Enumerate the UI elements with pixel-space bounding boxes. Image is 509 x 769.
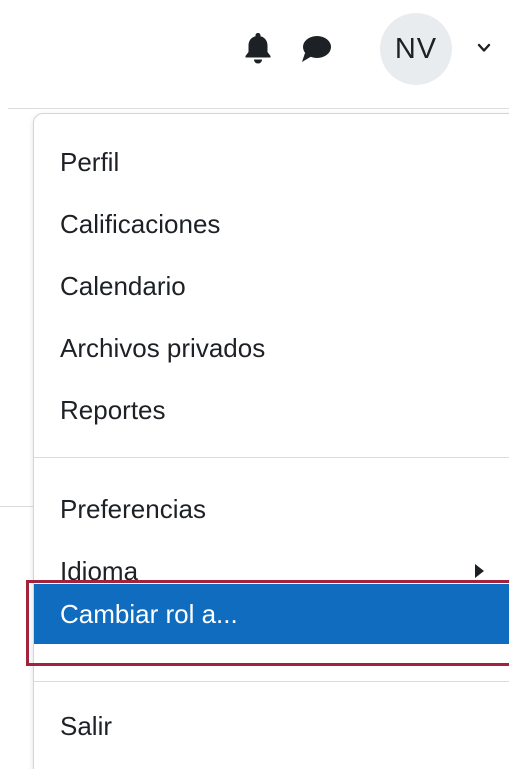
menu-item-label: Archivos privados: [60, 332, 266, 363]
menu-item-calificaciones[interactable]: Calificaciones: [34, 198, 509, 250]
menu-item-calendario[interactable]: Calendario: [34, 260, 509, 312]
menu-item-label: Calificaciones: [60, 208, 221, 239]
menu-item-label: Perfil: [60, 146, 120, 177]
menu-item-label: Calendario: [60, 270, 186, 301]
menu-item-preferencias[interactable]: Preferencias: [34, 483, 509, 535]
highlight-annotation-box: [26, 580, 509, 666]
user-menu-dropdown: Perfil Calificaciones Calendario Archivo…: [33, 113, 509, 769]
menu-item-archivos-privados[interactable]: Archivos privados: [34, 322, 509, 374]
menu-item-salir[interactable]: Salir: [34, 700, 509, 752]
caret-right-icon: [475, 564, 484, 578]
top-navbar: NV: [0, 0, 509, 108]
menu-item-label: Salir: [60, 710, 113, 741]
header-divider: [8, 108, 509, 109]
bell-icon[interactable]: [244, 31, 272, 65]
menu-item-reportes[interactable]: Reportes: [34, 384, 509, 436]
avatar-initials: NV: [394, 32, 438, 65]
chat-bubble-icon[interactable]: [300, 34, 332, 64]
menu-item-label: Preferencias: [60, 493, 206, 524]
chevron-down-icon[interactable]: [476, 41, 492, 55]
menu-divider: [34, 457, 509, 458]
menu-divider: [34, 681, 509, 682]
avatar[interactable]: NV: [380, 13, 452, 85]
page: NV Perfil Calificaciones Calendario Arch…: [0, 0, 509, 769]
menu-item-label: Reportes: [60, 394, 166, 425]
menu-item-perfil[interactable]: Perfil: [34, 136, 509, 188]
